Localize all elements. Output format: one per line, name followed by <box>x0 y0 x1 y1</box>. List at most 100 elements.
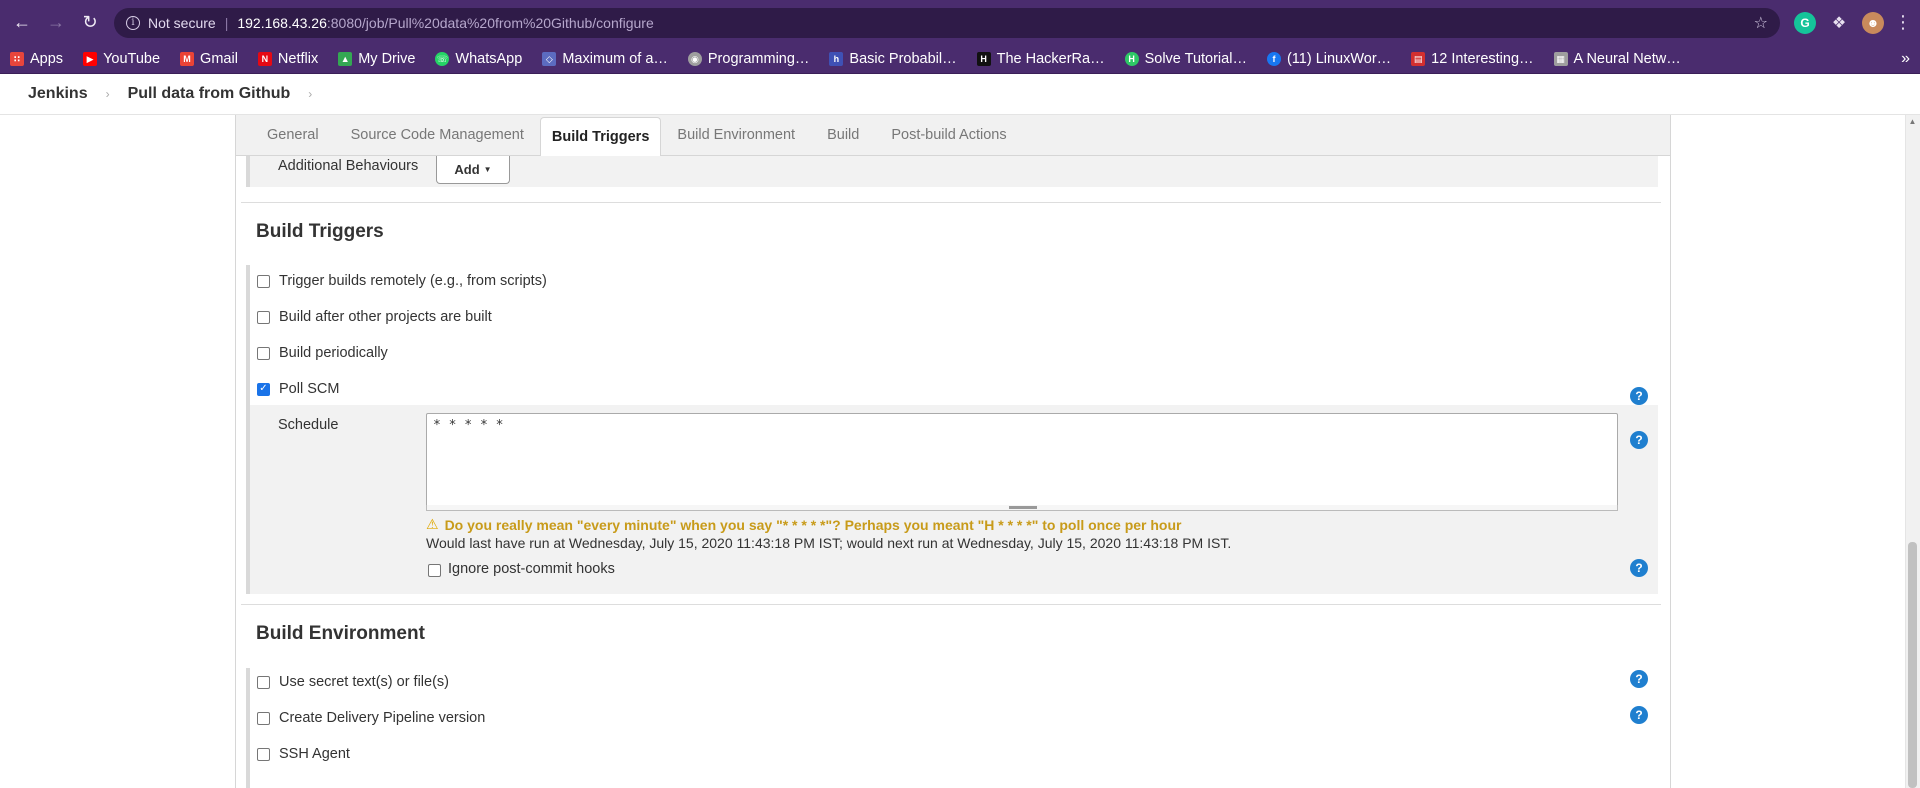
poll-scm-checkbox[interactable]: ✓ <box>257 382 270 396</box>
browser-menu-icon[interactable]: ⋮ <box>1894 12 1912 33</box>
trigger-remotely-label: Trigger builds remotely (e.g., from scri… <box>279 273 547 289</box>
globe-icon: ◉ <box>687 52 702 66</box>
bookmark-label: Solve Tutorial… <box>1144 51 1247 67</box>
config-tabs: General Source Code Management Build Tri… <box>236 115 1670 156</box>
ignore-hooks-help-icon[interactable]: ? <box>1630 559 1648 577</box>
use-secret-option[interactable]: Use secret text(s) or file(s) <box>250 670 449 694</box>
section-divider <box>241 604 1661 605</box>
drive-icon: ▲ <box>338 52 353 66</box>
build-periodically-option[interactable]: Build periodically <box>250 341 388 365</box>
ignore-hooks-checkbox[interactable] <box>428 564 441 577</box>
bookmark-item[interactable]: ▶ YouTube <box>83 51 160 67</box>
bookmark-label: Gmail <box>200 51 238 67</box>
tab-post-build-actions[interactable]: Post-build Actions <box>875 127 1022 155</box>
bookmark-item[interactable]: N Netflix <box>257 51 318 67</box>
additional-behaviours-row: Additional Behaviours Add ▼ <box>246 156 1658 187</box>
delivery-pipeline-label: Create Delivery Pipeline version <box>279 710 486 726</box>
bookmark-label: 12 Interesting… <box>1431 51 1534 67</box>
breadcrumb-separator-icon[interactable]: › <box>308 87 312 101</box>
bookmark-item[interactable]: H The HackerRa… <box>976 51 1105 67</box>
breadcrumb-jenkins[interactable]: Jenkins <box>28 85 88 103</box>
info-icon[interactable]: i <box>126 15 140 30</box>
delivery-pipeline-checkbox[interactable] <box>257 711 270 725</box>
back-arrow-icon[interactable]: ← <box>8 9 36 37</box>
bookmark-item[interactable]: ◉ Programming… <box>687 51 809 67</box>
textarea-resize-handle[interactable] <box>426 505 1618 511</box>
use-secret-label: Use secret text(s) or file(s) <box>279 674 449 690</box>
schedule-help-icon[interactable]: ? <box>1630 431 1648 449</box>
build-periodically-checkbox[interactable] <box>257 346 270 360</box>
bookmark-label: Maximum of a… <box>562 51 668 67</box>
ignore-hooks-option[interactable]: Ignore post-commit hooks <box>426 560 615 577</box>
add-behaviour-button[interactable]: Add ▼ <box>436 156 510 184</box>
caret-down-icon: ▼ <box>483 165 492 174</box>
build-after-other-checkbox[interactable] <box>257 310 270 324</box>
help-icon[interactable]: ? <box>1630 387 1648 405</box>
tab-build[interactable]: Build <box>811 127 875 155</box>
browser-toolbar: ← → ↻ i Not secure | 192.168.43.26:8080/… <box>0 0 1920 45</box>
poll-scm-label: Poll SCM <box>279 381 340 397</box>
resize-grip[interactable] <box>1009 506 1037 509</box>
site-favicon-icon: ◇ <box>542 52 557 66</box>
poll-scm-option[interactable]: ✓ Poll SCM <box>250 377 339 401</box>
bookmark-item[interactable]: ▲ My Drive <box>338 51 415 67</box>
youtube-icon: ▶ <box>83 52 98 66</box>
add-button-label: Add <box>454 162 480 177</box>
site-favicon-icon: ▤ <box>1411 52 1426 66</box>
tab-build-triggers[interactable]: Build Triggers <box>539 117 662 156</box>
extensions-puzzle-icon[interactable]: ❖ <box>1828 12 1850 34</box>
bookmark-label: (11) LinuxWor… <box>1286 51 1392 67</box>
poll-scm-settings: Schedule * * * * * ⚠ Do you really mean … <box>246 405 1658 594</box>
trigger-remotely-option[interactable]: Trigger builds remotely (e.g., from scri… <box>250 269 547 293</box>
bookmark-item[interactable]: ◇ Maximum of a… <box>542 51 668 67</box>
tab-source-code-management[interactable]: Source Code Management <box>335 127 540 155</box>
build-triggers-title: Build Triggers <box>256 221 384 242</box>
bookmark-item[interactable]: ▤ 12 Interesting… <box>1411 51 1534 67</box>
bookmark-item[interactable]: f (11) LinuxWor… <box>1266 51 1392 67</box>
forward-arrow-icon[interactable]: → <box>42 9 70 37</box>
not-secure-label: Not secure <box>148 14 216 31</box>
scrollbar-thumb[interactable] <box>1908 542 1917 788</box>
tab-build-environment[interactable]: Build Environment <box>661 127 811 155</box>
warning-text: Do you really mean "every minute" when y… <box>444 516 1182 533</box>
bookmark-item[interactable]: ☏ WhatsApp <box>435 51 522 67</box>
bookmark-star-icon[interactable]: ☆ <box>1754 13 1768 33</box>
bookmark-item[interactable]: ▦ A Neural Netw… <box>1553 51 1681 67</box>
profile-avatar[interactable]: ☻ <box>1862 11 1884 34</box>
address-separator: | <box>224 14 229 31</box>
breadcrumb-job[interactable]: Pull data from Github <box>128 85 291 103</box>
bookmarks-overflow-icon[interactable]: » <box>1901 50 1910 68</box>
build-after-other-option[interactable]: Build after other projects are built <box>250 305 492 329</box>
schedule-warning: ⚠ Do you really mean "every minute" when… <box>426 516 1181 533</box>
bookmark-item[interactable]: h Basic Probabil… <box>829 51 957 67</box>
hackerearth-icon: H <box>1124 52 1139 66</box>
address-bar[interactable]: i Not secure | 192.168.43.26:8080/job/Pu… <box>114 7 1780 38</box>
ssh-agent-label: SSH Agent <box>279 746 350 762</box>
help-icon[interactable]: ? <box>1630 670 1648 688</box>
ssh-agent-checkbox[interactable] <box>257 747 270 761</box>
bookmark-label: YouTube <box>103 51 161 67</box>
config-page: General Source Code Management Build Tri… <box>0 115 1920 788</box>
site-favicon-icon: h <box>829 52 844 66</box>
tab-general[interactable]: General <box>251 127 335 155</box>
bookmark-item[interactable]: ∷ Apps <box>10 51 63 67</box>
site-favicon-icon: ▦ <box>1553 52 1568 66</box>
page-scrollbar[interactable]: ▲ <box>1905 115 1920 788</box>
hackerrank-icon: H <box>976 52 991 66</box>
bookmark-label: My Drive <box>358 51 416 67</box>
delivery-pipeline-option[interactable]: Create Delivery Pipeline version <box>250 706 485 730</box>
trigger-remotely-checkbox[interactable] <box>257 274 270 288</box>
ignore-hooks-label: Ignore post-commit hooks <box>448 560 615 577</box>
reload-icon[interactable]: ↻ <box>76 9 104 37</box>
scroll-up-icon[interactable]: ▲ <box>1908 117 1917 126</box>
use-secret-checkbox[interactable] <box>257 675 270 689</box>
bookmark-label: Basic Probabil… <box>849 51 957 67</box>
bookmark-item[interactable]: M Gmail <box>180 51 238 67</box>
build-environment-options: Use secret text(s) or file(s) Create Del… <box>246 668 1658 788</box>
grammarly-extension-icon[interactable]: G <box>1794 11 1816 34</box>
ssh-agent-option[interactable]: SSH Agent <box>250 742 350 766</box>
schedule-textarea[interactable]: * * * * * <box>426 413 1618 507</box>
bookmark-item[interactable]: H Solve Tutorial… <box>1124 51 1247 67</box>
build-environment-title: Build Environment <box>256 623 425 644</box>
help-icon[interactable]: ? <box>1630 706 1648 724</box>
